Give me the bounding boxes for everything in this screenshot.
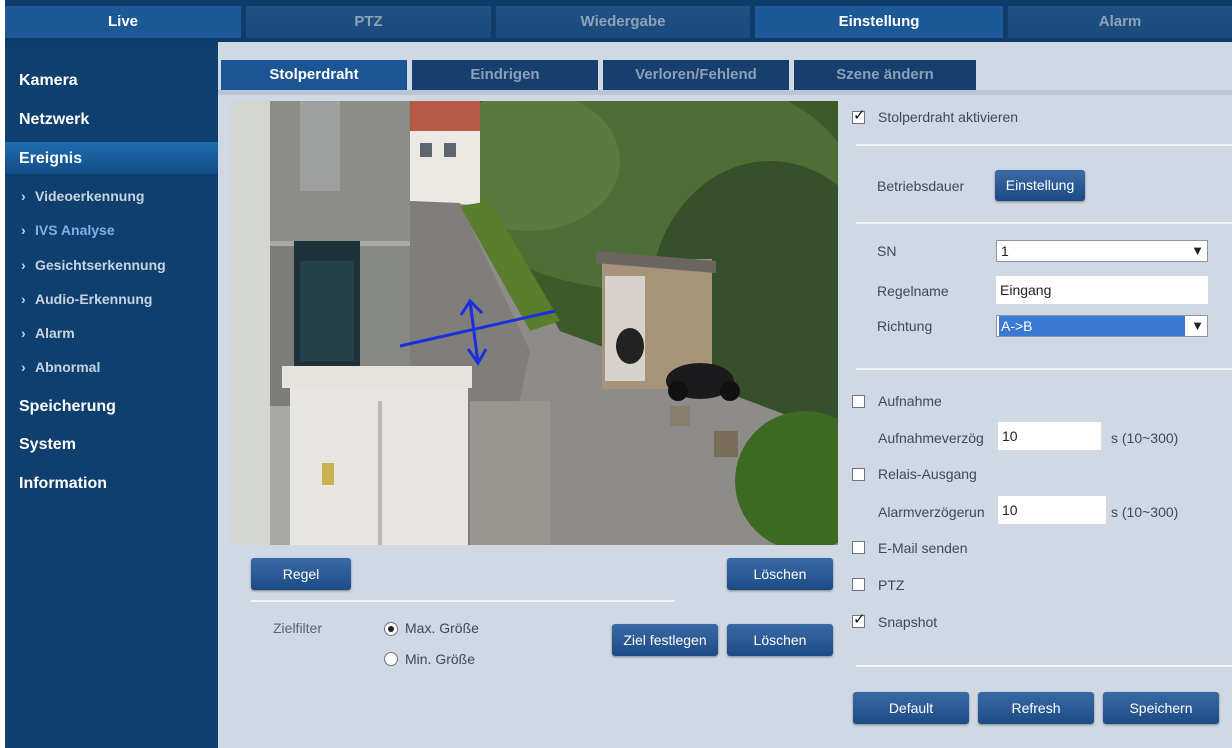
chevron-right-icon: ›	[21, 291, 26, 307]
separator	[856, 144, 1232, 146]
email-senden-label: E-Mail senden	[878, 540, 968, 556]
min-groesse-label: Min. Größe	[405, 651, 476, 667]
tab-verloren-fehlend[interactable]: Verloren/Fehlend	[603, 60, 789, 90]
regelname-input[interactable]: Eingang	[996, 276, 1208, 304]
checkbox-snapshot[interactable]: ✓	[852, 611, 866, 628]
nav-alarm[interactable]: Alarm	[1008, 6, 1232, 38]
regel-button[interactable]: Regel	[251, 558, 351, 590]
zielfilter-label: Zielfilter	[273, 620, 323, 636]
betriebsdauer-label: Betriebsdauer	[877, 178, 965, 194]
alarmverz-input[interactable]: 10	[998, 496, 1106, 524]
aufnahmeverz-label: Aufnahmeverzög	[878, 430, 984, 446]
chevron-right-icon: ›	[21, 359, 26, 375]
nav-einstellung[interactable]: Einstellung	[755, 6, 1003, 38]
radio-min-groesse[interactable]	[384, 652, 398, 666]
tab-underline	[218, 90, 1232, 95]
richtung-select[interactable]: A->B ▼	[996, 315, 1208, 337]
nav-ptz[interactable]: PTZ	[246, 6, 491, 38]
chevron-right-icon: ›	[21, 325, 26, 341]
relais-ausgang-label: Relais-Ausgang	[878, 466, 977, 482]
tab-szene-aendern[interactable]: Szene ändern	[794, 60, 976, 90]
radio-max-groesse[interactable]	[384, 622, 398, 636]
einstellung-button[interactable]: Einstellung	[995, 170, 1085, 201]
sidebar-subitem-alarm[interactable]: › Alarm	[21, 325, 75, 341]
checkbox-relais-ausgang[interactable]	[852, 468, 865, 481]
regelname-label: Regelname	[877, 283, 949, 299]
chevron-down-icon: ▼	[1191, 318, 1204, 333]
sn-label: SN	[877, 243, 897, 259]
tab-eindrigen[interactable]: Eindrigen	[412, 60, 598, 90]
checkbox-stolperdraht-aktivieren[interactable]: ✓	[852, 107, 866, 124]
aufnahme-label: Aufnahme	[878, 393, 942, 409]
top-navigation: Live PTZ Wiedergabe Einstellung Alarm	[5, 0, 1232, 42]
aufnahmeverz-input[interactable]: 10	[998, 422, 1101, 450]
sidebar-subitem-ivs-analyse[interactable]: › IVS Analyse	[21, 222, 115, 238]
checkbox-aufnahme[interactable]	[852, 395, 865, 408]
sidebar-subitem-audio-erkennung[interactable]: › Audio-Erkennung	[21, 291, 152, 307]
separator	[856, 222, 1232, 224]
chevron-down-icon: ▼	[1191, 243, 1204, 258]
sidebar-item-information[interactable]: Information	[19, 475, 107, 493]
loeschen-rule-button[interactable]: Löschen	[727, 558, 833, 590]
sidebar-item-kamera[interactable]: Kamera	[19, 72, 78, 90]
stolperdraht-aktivieren-label: Stolperdraht aktivieren	[878, 109, 1019, 125]
chevron-right-icon: ›	[21, 188, 26, 204]
tab-bar: Stolperdraht Eindrigen Verloren/Fehlend …	[218, 60, 1232, 90]
default-button[interactable]: Default	[853, 692, 969, 724]
max-groesse-label: Max. Größe	[405, 620, 479, 636]
separator	[251, 600, 674, 602]
separator	[856, 665, 1232, 667]
sidebar-item-system[interactable]: System	[19, 436, 76, 454]
checkbox-ptz[interactable]	[852, 578, 865, 591]
sidebar-item-ereignis[interactable]: Ereignis	[19, 150, 82, 168]
ptz-label: PTZ	[878, 577, 905, 593]
tab-stolperdraht[interactable]: Stolperdraht	[221, 60, 407, 90]
richtung-label: Richtung	[877, 318, 933, 334]
sidebar: Kamera Netzwerk Ereignis › Videoerkennung…	[5, 42, 218, 748]
refresh-button[interactable]: Refresh	[978, 692, 1094, 724]
sidebar-subitem-gesichtserkennung[interactable]: › Gesichtserkennung	[21, 257, 166, 273]
nav-wiedergabe[interactable]: Wiedergabe	[496, 6, 750, 38]
aufnahmeverz-unit: s (10~300)	[1111, 430, 1179, 446]
radio-selected-dot	[388, 626, 394, 632]
checkmark-icon: ✓	[853, 107, 866, 124]
sidebar-item-speicherung[interactable]: Speicherung	[19, 398, 116, 416]
checkmark-icon: ✓	[853, 611, 866, 628]
alarmverz-label: Alarmverzögerun	[878, 504, 985, 520]
sidebar-subitem-videoerkennung[interactable]: › Videoerkennung	[21, 188, 144, 204]
camera-preview[interactable]	[230, 101, 838, 545]
ziel-festlegen-button[interactable]: Ziel festlegen	[612, 624, 718, 656]
snapshot-label: Snapshot	[878, 614, 938, 630]
sidebar-subitem-abnormal[interactable]: › Abnormal	[21, 359, 100, 375]
chevron-right-icon: ›	[21, 222, 26, 238]
checkbox-email-senden[interactable]	[852, 541, 865, 554]
loeschen-target-button[interactable]: Löschen	[727, 624, 833, 656]
nav-live[interactable]: Live	[5, 6, 241, 38]
camera-scene	[230, 101, 838, 545]
sn-select[interactable]: 1 ▼	[996, 240, 1208, 262]
speichern-button[interactable]: Speichern	[1103, 692, 1219, 724]
sidebar-item-netzwerk[interactable]: Netzwerk	[19, 111, 89, 129]
alarmverz-unit: s (10~300)	[1111, 504, 1179, 520]
separator	[856, 368, 1232, 370]
chevron-right-icon: ›	[21, 257, 26, 273]
